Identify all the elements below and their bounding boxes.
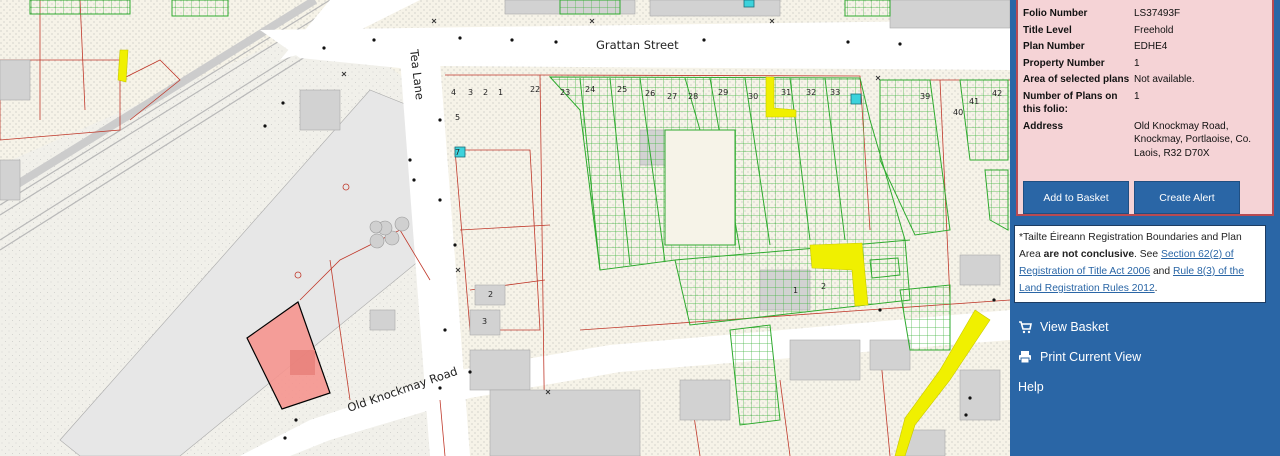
info-key: Property Number (1023, 57, 1105, 69)
info-value: Not available. (1134, 74, 1195, 85)
info-value: Old Knockmay Road, Knockmay, Portlaoise,… (1134, 120, 1252, 159)
info-row-plan-count: Number of Plans on this folio: 1 (1023, 90, 1262, 120)
plot-number: 28 (688, 92, 698, 101)
plot-number: 2 (488, 290, 493, 299)
print-icon (1019, 350, 1031, 363)
info-key: Plan Number (1023, 41, 1085, 52)
add-to-basket-button[interactable]: Add to Basket (1023, 181, 1129, 214)
info-value: 1 (1134, 57, 1140, 69)
info-row-title-level: Title Level Freehold (1023, 24, 1262, 41)
disclaimer-notice: *Tailte Éireann Registration Boundaries … (1014, 225, 1266, 303)
plot-number: 3 (482, 317, 487, 326)
info-row-folio: Folio Number LS37493F (1023, 7, 1262, 24)
info-row-address: Address Old Knockmay Road, Knockmay, Port… (1023, 120, 1262, 164)
cart-icon (1019, 320, 1032, 333)
plot-number: 27 (667, 92, 677, 101)
info-value: EDHE4 (1134, 41, 1168, 52)
plot-number: 25 (617, 85, 627, 94)
plot-number: 2 (483, 88, 488, 97)
map-view[interactable]: Grattan Street Tea Lane Old Knockmay Roa… (0, 0, 1010, 456)
plot-number: 3 (468, 88, 473, 97)
info-key: Number of Plans on this folio: (1023, 90, 1118, 116)
plot-number: 7 (455, 148, 460, 157)
view-basket-label: View Basket (1040, 319, 1109, 334)
plot-number: 42 (992, 89, 1002, 98)
notice-and: and (1150, 266, 1173, 277)
plot-number: 24 (585, 85, 595, 94)
plot-number: 1 (793, 286, 798, 295)
info-key: Area of selected plans (1023, 74, 1130, 85)
plot-number: 33 (830, 88, 840, 97)
info-row-property-number: Property Number 1 (1023, 57, 1262, 74)
info-value: LS37493F (1134, 8, 1181, 19)
notice-mid: . See (1134, 249, 1161, 260)
info-key: Folio Number (1023, 8, 1088, 19)
plot-number: 41 (969, 97, 979, 106)
info-value: Freehold (1134, 24, 1174, 36)
plot-number: 31 (781, 88, 791, 97)
print-view-label: Print Current View (1040, 349, 1142, 364)
plot-number: 26 (645, 89, 655, 98)
plot-number: 2 (821, 282, 826, 291)
plot-number: 1 (498, 88, 503, 97)
info-row-area: Area of selected plans Not available. (1023, 73, 1262, 90)
view-basket-menu-item[interactable]: View Basket (1010, 312, 1280, 341)
notice-bold: are not conclusive (1043, 249, 1135, 260)
notice-suffix: . (1154, 283, 1158, 294)
plot-number: 23 (560, 88, 570, 97)
street-label-grattan: Grattan Street (596, 38, 679, 52)
plot-number: 29 (718, 88, 728, 97)
plot-number: 39 (920, 92, 930, 101)
help-label: Help (1018, 379, 1044, 394)
plot-number: 5 (455, 113, 460, 122)
info-row-plan-number: Plan Number EDHE4 (1023, 40, 1262, 57)
plot-number: 4 (451, 88, 456, 97)
folio-info-card: Folio Number LS37493F Title Level Freehold… (1016, 0, 1274, 216)
info-value: 1 (1134, 90, 1140, 102)
selected-parcel-building (290, 350, 315, 375)
plot-number: 22 (530, 85, 540, 94)
help-menu-item[interactable]: Help (1010, 372, 1280, 401)
map-canvas[interactable]: Grattan Street Tea Lane Old Knockmay Roa… (0, 0, 1010, 456)
plot-number: 40 (953, 108, 963, 117)
folio-info-table: Folio Number LS37493F Title Level Freehold… (1023, 7, 1262, 163)
plot-number: 32 (806, 88, 816, 97)
print-view-menu-item[interactable]: Print Current View (1010, 342, 1280, 371)
plot-number: 30 (748, 92, 758, 101)
info-key: Title Level (1023, 24, 1072, 36)
info-key: Address (1023, 120, 1064, 132)
create-alert-button[interactable]: Create Alert (1134, 181, 1240, 214)
side-panel: Folio Number LS37493F Title Level Freehold… (1010, 0, 1280, 456)
